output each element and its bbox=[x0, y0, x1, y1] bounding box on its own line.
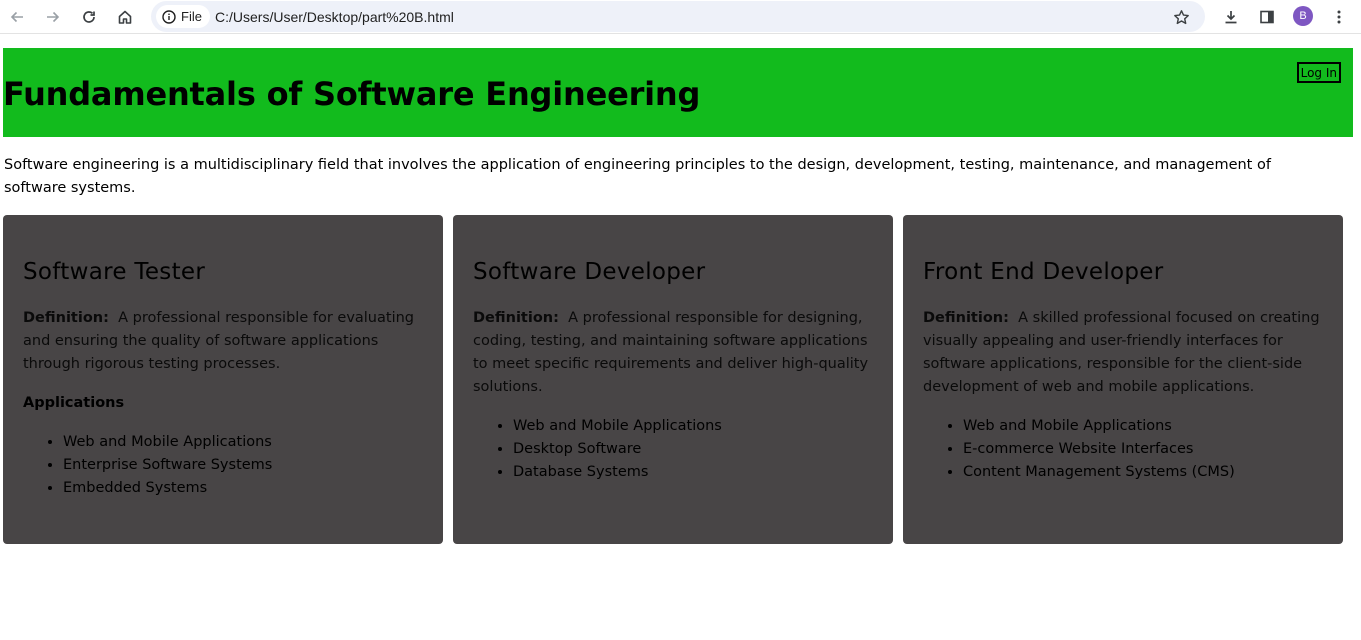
list-item: Web and Mobile Applications bbox=[513, 415, 873, 438]
back-arrow-icon bbox=[10, 11, 23, 23]
definition-label: Definition: bbox=[23, 310, 109, 326]
applications-list: Web and Mobile Applications E-commerce W… bbox=[923, 415, 1323, 484]
card-definition: Definition: A professional responsible f… bbox=[23, 307, 423, 376]
card-definition: Definition: A professional responsible f… bbox=[473, 307, 873, 399]
list-item: Web and Mobile Applications bbox=[63, 431, 423, 454]
card-front-end-developer: Front End Developer Definition: A skille… bbox=[903, 215, 1343, 544]
list-item: Desktop Software bbox=[513, 438, 873, 461]
list-item: Embedded Systems bbox=[63, 477, 423, 500]
forward-button[interactable] bbox=[40, 4, 66, 30]
applications-list: Web and Mobile Applications Desktop Soft… bbox=[473, 415, 873, 484]
applications-heading: Applications bbox=[23, 395, 125, 411]
browser-toolbar: File C:/Users/User/Desktop/part%20B.html… bbox=[0, 0, 1361, 34]
definition-label: Definition: bbox=[923, 310, 1009, 326]
side-panel-icon bbox=[1260, 10, 1274, 24]
card-definition: Definition: A skilled professional focus… bbox=[923, 307, 1323, 399]
info-icon bbox=[162, 9, 176, 24]
reload-button[interactable] bbox=[76, 4, 102, 30]
menu-button[interactable] bbox=[1326, 4, 1352, 30]
card-software-tester: Software Tester Definition: A profession… bbox=[3, 215, 443, 544]
profile-avatar[interactable]: B bbox=[1293, 6, 1313, 26]
side-panel-button[interactable] bbox=[1254, 4, 1280, 30]
home-icon bbox=[118, 10, 132, 24]
card-title: Software Developer bbox=[473, 259, 706, 285]
back-button[interactable] bbox=[4, 4, 30, 30]
page-title: Fundamentals of Software Engineering bbox=[3, 75, 701, 113]
home-button[interactable] bbox=[112, 4, 138, 30]
reload-icon bbox=[83, 11, 95, 23]
intro-paragraph: Software engineering is a multidisciplin… bbox=[4, 157, 1271, 196]
star-icon bbox=[1173, 9, 1189, 24]
url-text[interactable]: C:/Users/User/Desktop/part%20B.html bbox=[215, 9, 454, 25]
card-title: Front End Developer bbox=[923, 259, 1164, 285]
site-info-chip[interactable]: File bbox=[156, 5, 210, 28]
list-item: Web and Mobile Applications bbox=[963, 415, 1323, 438]
forward-arrow-icon bbox=[47, 11, 60, 23]
download-icon bbox=[1225, 11, 1237, 24]
site-chip-label: File bbox=[181, 9, 202, 24]
bookmark-button[interactable] bbox=[1169, 5, 1193, 29]
list-item: Content Management Systems (CMS) bbox=[963, 461, 1323, 484]
card-title: Software Tester bbox=[23, 259, 206, 285]
applications-list: Web and Mobile Applications Enterprise S… bbox=[23, 431, 423, 500]
list-item: Enterprise Software Systems bbox=[63, 454, 423, 477]
address-bar[interactable]: File C:/Users/User/Desktop/part%20B.html bbox=[151, 1, 1205, 32]
card-software-developer: Software Developer Definition: A profess… bbox=[453, 215, 893, 544]
downloads-button[interactable] bbox=[1218, 4, 1244, 30]
list-item: Database Systems bbox=[513, 461, 873, 484]
definition-label: Definition: bbox=[473, 310, 559, 326]
list-item: E-commerce Website Interfaces bbox=[963, 438, 1323, 461]
page-content: Fundamentals of Software Engineering Log… bbox=[0, 40, 1361, 640]
login-button[interactable]: Log In bbox=[1296, 62, 1341, 83]
kebab-menu-icon bbox=[1337, 10, 1341, 24]
site-header: Fundamentals of Software Engineering Log… bbox=[3, 48, 1353, 137]
